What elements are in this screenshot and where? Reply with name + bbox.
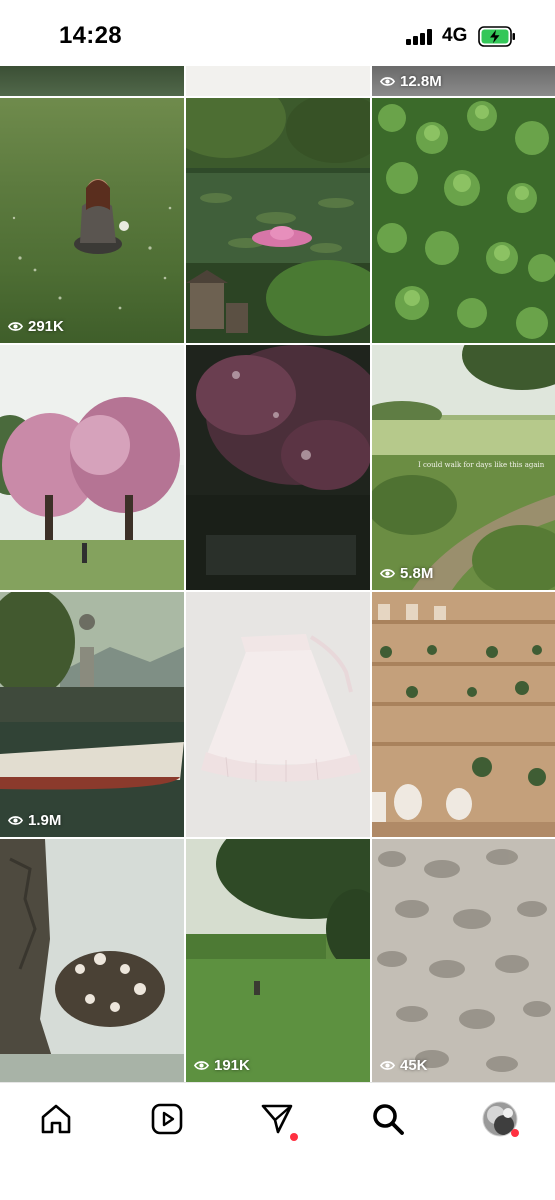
reels-icon: [151, 1103, 183, 1135]
shelves-image: [372, 592, 555, 837]
grid-tile-dark-blossoms[interactable]: [186, 345, 370, 590]
eye-icon: [8, 816, 23, 825]
stone-texture-image: [377, 849, 551, 1072]
lily-pond-image: [186, 98, 370, 343]
meadow-image: [12, 179, 172, 310]
grid-tile-stone-texture[interactable]: 45K: [372, 839, 555, 1082]
view-count: 191K: [194, 1057, 250, 1074]
grid-tile-lily-pond[interactable]: [186, 98, 370, 343]
bottom-tab-bar: [0, 1082, 555, 1200]
eye-icon: [380, 1061, 395, 1070]
grid-tile-green-field[interactable]: 191K: [186, 839, 370, 1082]
dark-blossoms-image: [186, 345, 370, 590]
tab-search[interactable]: [368, 1099, 408, 1139]
status-bar: 14:28 4G: [0, 0, 555, 66]
grid-tile-woman-in-meadow[interactable]: 291K: [0, 98, 184, 343]
tab-home[interactable]: [36, 1099, 76, 1139]
search-icon: [373, 1104, 404, 1135]
view-count: 45K: [380, 1057, 428, 1074]
green-field-image: [186, 839, 370, 1082]
grid-tile-countryside-path[interactable]: I could walk for days like this again 5.…: [372, 345, 555, 590]
view-count: 1.9M: [8, 812, 61, 829]
view-count: 5.8M: [380, 565, 433, 582]
grid-tile-blossom-trees[interactable]: [0, 345, 184, 590]
tab-profile[interactable]: [480, 1099, 520, 1139]
skirt-image: [201, 634, 361, 782]
notification-dot: [290, 1133, 298, 1141]
signal-icon: [406, 29, 434, 45]
tab-reels[interactable]: [147, 1099, 187, 1139]
clover-image: [377, 101, 555, 339]
eye-icon: [8, 322, 23, 331]
explore-grid[interactable]: 12.8M 291K I could walk for days like th…: [0, 66, 555, 1082]
home-icon: [41, 1104, 71, 1134]
network-label: 4G: [442, 25, 468, 46]
eye-icon: [194, 1061, 209, 1070]
grid-tile-lake-boat[interactable]: 1.9M: [0, 592, 184, 837]
messages-icon: [261, 1104, 293, 1134]
battery-charging-icon: [478, 26, 515, 47]
grid-tile-top-3[interactable]: 12.8M: [372, 66, 555, 96]
view-count: 291K: [8, 318, 64, 335]
notification-dot: [511, 1129, 519, 1137]
status-time: 14:28: [59, 22, 122, 49]
grid-tile-top-2[interactable]: [186, 66, 370, 96]
lake-boat-image: [0, 592, 184, 837]
grid-tile-plant-shelves[interactable]: [372, 592, 555, 837]
view-count: 12.8M: [380, 73, 442, 90]
grid-tile-misty-cliff[interactable]: [0, 839, 184, 1082]
grid-tile-white-skirt[interactable]: [186, 592, 370, 837]
post-caption: I could walk for days like this again: [418, 461, 545, 469]
eye-icon: [380, 569, 395, 578]
blossom-trees-image: [0, 345, 184, 590]
grid-tile-clover[interactable]: [372, 98, 555, 343]
tab-messages[interactable]: [257, 1099, 298, 1141]
grid-tile-top-1[interactable]: [0, 66, 184, 96]
eye-icon: [380, 77, 395, 86]
misty-cliff-image: [0, 839, 184, 1082]
